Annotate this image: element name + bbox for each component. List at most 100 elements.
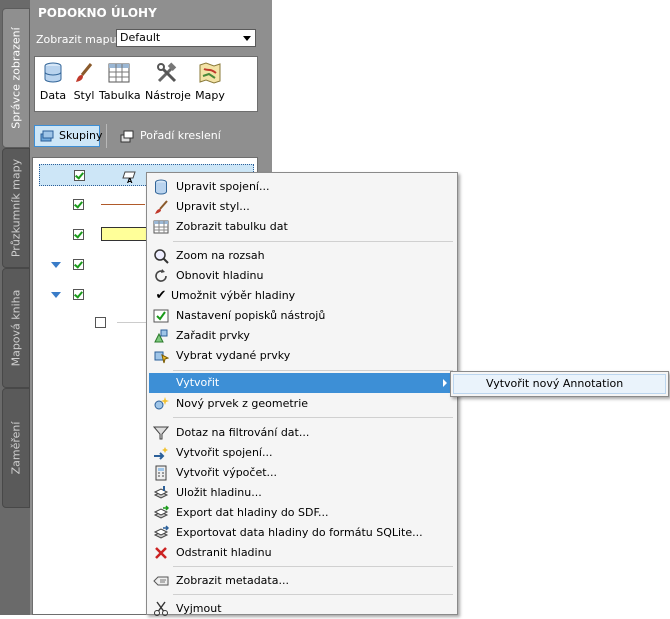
select-features-icon bbox=[154, 351, 169, 364]
data-button[interactable]: Data bbox=[39, 61, 67, 102]
menu-separator bbox=[173, 370, 453, 371]
tool-label: Nástroje bbox=[145, 89, 191, 102]
draw-order-icon bbox=[120, 130, 134, 143]
layer-visibility-checkbox[interactable] bbox=[73, 199, 84, 210]
menu-item-show-table[interactable]: Zobrazit tabulku dat bbox=[149, 217, 455, 237]
chevron-down-icon bbox=[243, 36, 251, 41]
new-feature-icon bbox=[154, 397, 169, 410]
export-sqlite-icon bbox=[153, 525, 169, 539]
menu-item-create-calculation[interactable]: Vytvořit výpočet... bbox=[149, 463, 455, 483]
menu-item-label: Nastavení popisků nástrojů bbox=[176, 309, 326, 322]
menu-item-refresh-layer[interactable]: Obnovit hladinu bbox=[149, 266, 455, 286]
menu-item-edit-style[interactable]: Upravit styl... bbox=[149, 197, 455, 217]
menu-item-label: Vybrat vydané prvky bbox=[176, 349, 291, 362]
menu-item-label: Zoom na rozsah bbox=[176, 249, 265, 262]
menu-separator bbox=[173, 594, 453, 595]
menu-item-export-sdf[interactable]: Export dat hladiny do SDF... bbox=[149, 503, 455, 523]
menu-item-label: Odstranit hladinu bbox=[176, 546, 272, 559]
menu-item-create-join[interactable]: Vytvořit spojení... bbox=[149, 443, 455, 463]
menu-item-filter-query[interactable]: Dotaz na filtrování dat... bbox=[149, 423, 455, 443]
toolbar-divider bbox=[106, 124, 107, 148]
menu-item-label: Vytvořit výpočet... bbox=[176, 466, 278, 479]
menu-separator bbox=[173, 566, 453, 567]
database-icon bbox=[41, 61, 65, 85]
map-label: Zobrazit mapu: bbox=[36, 33, 121, 46]
menu-item-label: Zařadit prvky bbox=[176, 329, 250, 342]
menu-item-label: Umožnit výběr hladiny bbox=[171, 289, 296, 302]
annotation-layer-icon: A bbox=[122, 171, 136, 184]
menu-item-label: Vyjmout bbox=[176, 602, 222, 615]
tab-map-explorer[interactable]: Průzkumník mapy bbox=[2, 148, 30, 268]
expand-triangle-icon[interactable] bbox=[51, 292, 61, 298]
tab-label: Zaměření bbox=[9, 421, 23, 475]
menu-item-allow-selection[interactable]: ✔ Umožnit výběr hladiny bbox=[149, 286, 455, 306]
polygon-style-swatch bbox=[101, 227, 147, 241]
line-style-swatch bbox=[117, 322, 147, 323]
style-button[interactable]: Styl bbox=[71, 61, 97, 102]
menu-item-classify-features[interactable]: Zařadit prvky bbox=[149, 326, 455, 346]
create-submenu: Vytvořit nový Annotation bbox=[450, 371, 669, 397]
submenu-arrow-icon bbox=[443, 379, 447, 387]
tools-button[interactable]: Nástroje bbox=[145, 61, 191, 102]
menu-item-label: Export dat hladiny do SDF... bbox=[176, 506, 329, 519]
menu-item-label: Obnovit hladinu bbox=[176, 269, 264, 282]
menu-item-label: Nový prvek z geometrie bbox=[176, 397, 309, 410]
menu-item-tooltip-settings[interactable]: Nastavení popisků nástrojů bbox=[149, 306, 455, 326]
delete-icon bbox=[155, 547, 167, 559]
menu-item-show-metadata[interactable]: Zobrazit metadata... bbox=[149, 571, 455, 591]
tools-icon bbox=[155, 61, 179, 85]
checkmark-icon: ✔ bbox=[155, 288, 167, 303]
menu-item-select-issued-features[interactable]: Vybrat vydané prvky bbox=[149, 346, 455, 366]
map-select[interactable]: Default bbox=[116, 29, 256, 47]
menu-item-remove-layer[interactable]: Odstranit hladinu bbox=[149, 543, 455, 563]
map-icon bbox=[198, 61, 222, 85]
context-menu: Upravit spojení... Upravit styl... Zobra… bbox=[146, 172, 458, 616]
maps-button[interactable]: Mapy bbox=[195, 61, 225, 102]
tool-label: Styl bbox=[73, 89, 95, 102]
layer-visibility-checkbox[interactable] bbox=[73, 259, 84, 270]
side-tab-strip: Správce zobrazení Průzkumník mapy Mapová… bbox=[0, 0, 30, 615]
draw-order-button[interactable]: Pořadí kreslení bbox=[116, 125, 221, 147]
table-icon bbox=[107, 61, 131, 85]
brush-icon bbox=[155, 200, 168, 214]
tab-label: Správce zobrazení bbox=[9, 27, 23, 129]
menu-item-label: Uložit hladinu... bbox=[176, 486, 262, 499]
menu-item-label: Zobrazit tabulku dat bbox=[176, 220, 288, 233]
filter-icon bbox=[153, 426, 169, 440]
menu-item-label: Upravit spojení... bbox=[176, 180, 270, 193]
submenu-item-create-annotation[interactable]: Vytvořit nový Annotation bbox=[453, 374, 666, 394]
join-icon bbox=[154, 447, 168, 460]
shapes-icon bbox=[154, 329, 168, 343]
menu-item-create[interactable]: Vytvořit bbox=[149, 373, 455, 393]
tab-survey[interactable]: Zaměření bbox=[2, 388, 30, 508]
menu-separator bbox=[173, 241, 453, 242]
menu-item-new-feature-from-geometry[interactable]: Nový prvek z geometrie bbox=[149, 394, 455, 414]
menu-item-export-sqlite[interactable]: Exportovat data hladiny do formátu SQLit… bbox=[149, 523, 455, 543]
tab-label: Průzkumník mapy bbox=[9, 158, 23, 258]
menu-item-label: Exportovat data hladiny do formátu SQLit… bbox=[176, 526, 423, 539]
tab-map-book[interactable]: Mapová kniha bbox=[2, 268, 30, 388]
refresh-icon bbox=[155, 269, 167, 282]
export-icon bbox=[153, 505, 169, 519]
menu-item-label: Zobrazit metadata... bbox=[176, 574, 289, 587]
menu-item-label: Dotaz na filtrování dat... bbox=[176, 426, 310, 439]
expand-triangle-icon[interactable] bbox=[51, 262, 61, 268]
layer-visibility-checkbox[interactable] bbox=[73, 289, 84, 300]
layer-visibility-checkbox[interactable] bbox=[73, 229, 84, 240]
table-button[interactable]: Tabulka bbox=[99, 61, 141, 102]
tab-label: Mapová kniha bbox=[9, 289, 23, 367]
groups-icon bbox=[40, 130, 54, 142]
menu-item-save-layer[interactable]: Uložit hladinu... bbox=[149, 483, 455, 503]
menu-item-cut[interactable]: Vyjmout bbox=[149, 599, 455, 619]
menu-item-edit-connection[interactable]: Upravit spojení... bbox=[149, 177, 455, 197]
menu-item-zoom-extent[interactable]: Zoom na rozsah bbox=[149, 246, 455, 266]
calculator-icon bbox=[155, 465, 167, 481]
svg-text:A: A bbox=[127, 177, 133, 184]
brush-icon bbox=[72, 61, 96, 85]
layer-visibility-checkbox[interactable] bbox=[74, 170, 85, 181]
groups-button[interactable]: Skupiny bbox=[34, 125, 103, 147]
layer-visibility-checkbox[interactable] bbox=[95, 317, 106, 328]
tab-display-manager[interactable]: Správce zobrazení bbox=[2, 8, 30, 148]
menu-item-label: Vytvořit spojení... bbox=[176, 446, 273, 459]
tool-label: Tabulka bbox=[99, 89, 141, 102]
